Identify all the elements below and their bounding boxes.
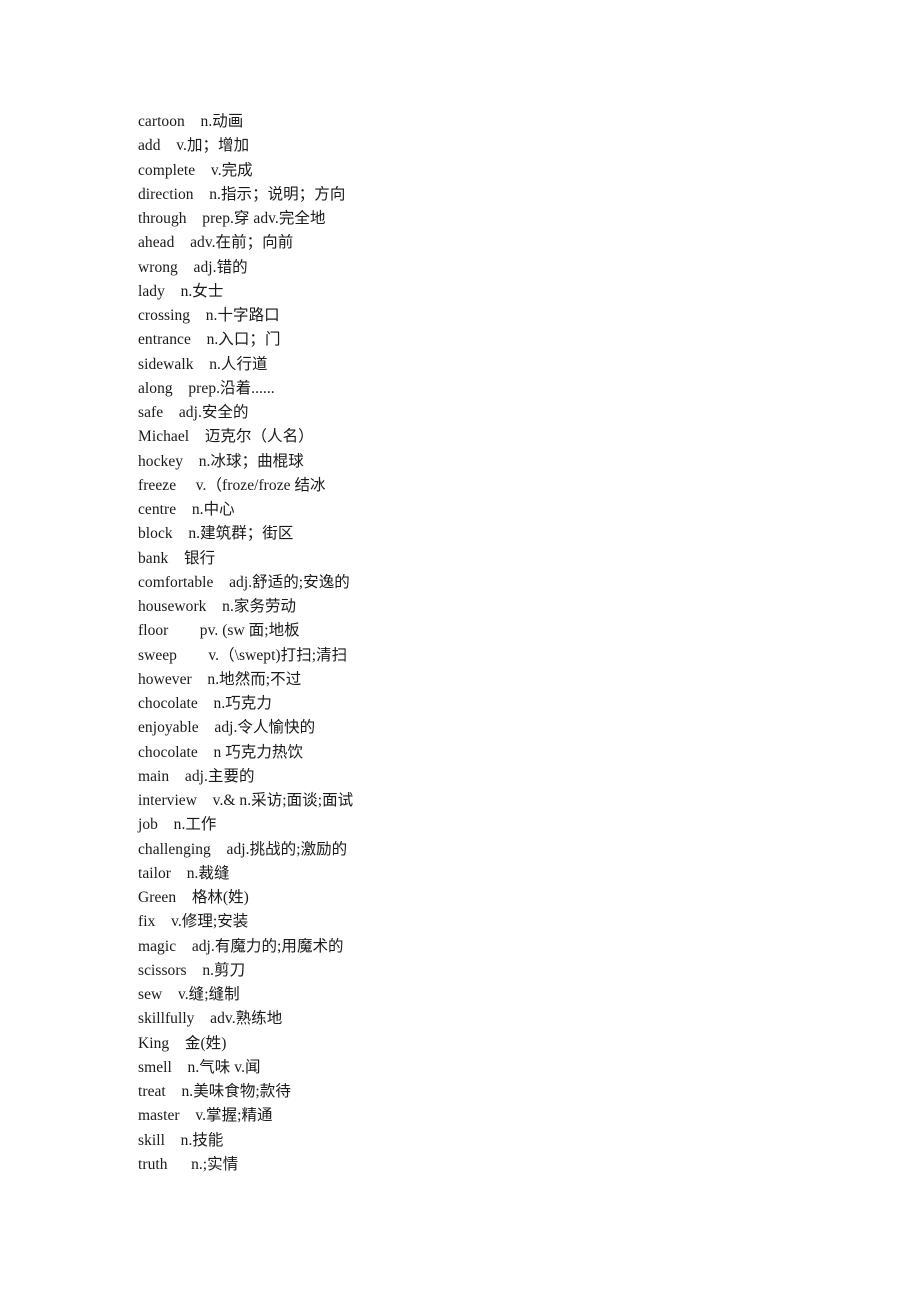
vocabulary-entry: wrong adj.错的 xyxy=(138,258,248,276)
vocabulary-entry: challenging adj.挑战的;激励的 xyxy=(138,840,348,858)
vocabulary-entry: sidewalk n.人行道 xyxy=(138,355,268,373)
vocabulary-entry: entrance n.入口；门 xyxy=(138,331,281,349)
vocabulary-entry: Green 格林(姓) xyxy=(138,889,249,906)
vocabulary-entry: scissors n.剪刀 xyxy=(138,961,246,979)
vocabulary-entry: ahead adv.在前；向前 xyxy=(138,234,294,252)
vocabulary-entry: sweep v.（\swept)打扫;清扫 xyxy=(138,646,348,664)
document-page: cartoon n.动画 add v.加；增加 complete v.完成 direc… xyxy=(0,0,920,1302)
vocabulary-entry: skill n.技能 xyxy=(138,1131,224,1149)
vocabulary-entry: floor pv. (sw 面;地板 xyxy=(138,622,300,640)
vocabulary-entry: however n.地然而;不过 xyxy=(138,670,302,688)
vocabulary-entry: lady n.女士 xyxy=(138,282,224,300)
vocabulary-entry: safe adj.安全的 xyxy=(138,404,249,421)
vocabulary-entry: smell n.气味 v.闻 xyxy=(138,1058,261,1076)
vocabulary-entry: enjoyable adj.令人愉快的 xyxy=(138,719,316,737)
vocabulary-entry: centre n.中心 xyxy=(138,501,235,518)
vocabulary-entry: sew v.缝;缝制 xyxy=(138,986,240,1003)
vocabulary-entry: interview v.& n.采访;面谈;面试 xyxy=(138,792,354,809)
vocabulary-entry: freeze v.（froze/froze 结冰 xyxy=(138,476,326,494)
vocabulary-entry: comfortable adj.舒适的;安逸的 xyxy=(138,573,350,591)
vocabulary-entry: housework n.家务劳动 xyxy=(138,598,297,615)
vocabulary-list: cartoon n.动画 add v.加；增加 complete v.完成 direc… xyxy=(138,110,838,1177)
vocabulary-entry: chocolate n 巧克力热饮 xyxy=(138,743,304,761)
vocabulary-entry: magic adj.有魔力的;用魔术的 xyxy=(138,937,344,955)
vocabulary-entry: along prep.沿着...... xyxy=(138,379,275,397)
vocabulary-entry: bank 银行 xyxy=(138,549,216,567)
page-content: cartoon n.动画 add v.加；增加 complete v.完成 direc… xyxy=(138,110,838,1177)
vocabulary-entry: master v.掌握;精通 xyxy=(138,1107,273,1125)
vocabulary-entry: hockey n.冰球；曲棍球 xyxy=(138,452,304,470)
vocabulary-entry: direction n.指示；说明；方向 xyxy=(138,185,346,203)
vocabulary-entry: main adj.主要的 xyxy=(138,767,255,785)
vocabulary-entry: block n.建筑群；街区 xyxy=(138,525,294,543)
vocabulary-entry: King 金(姓) xyxy=(138,1034,227,1052)
vocabulary-entry: Michael 迈克尔（人名） xyxy=(138,428,314,446)
vocabulary-entry: truth n.;实情 xyxy=(138,1155,239,1173)
vocabulary-entry: skillfully adv.熟练地 xyxy=(138,1010,283,1028)
vocabulary-entry: treat n.美味食物;款待 xyxy=(138,1083,291,1100)
vocabulary-entry: through prep.穿 adv.完全地 xyxy=(138,210,326,227)
vocabulary-entry: job n.工作 xyxy=(138,816,217,834)
vocabulary-entry: chocolate n.巧克力 xyxy=(138,695,272,712)
vocabulary-entry: cartoon n.动画 xyxy=(138,113,244,130)
vocabulary-entry: crossing n.十字路口 xyxy=(138,307,280,324)
vocabulary-entry: fix v.修理;安装 xyxy=(138,913,249,931)
vocabulary-entry: tailor n.裁缝 xyxy=(138,864,230,882)
vocabulary-entry: add v.加；增加 xyxy=(138,137,250,155)
vocabulary-entry: complete v.完成 xyxy=(138,161,253,179)
